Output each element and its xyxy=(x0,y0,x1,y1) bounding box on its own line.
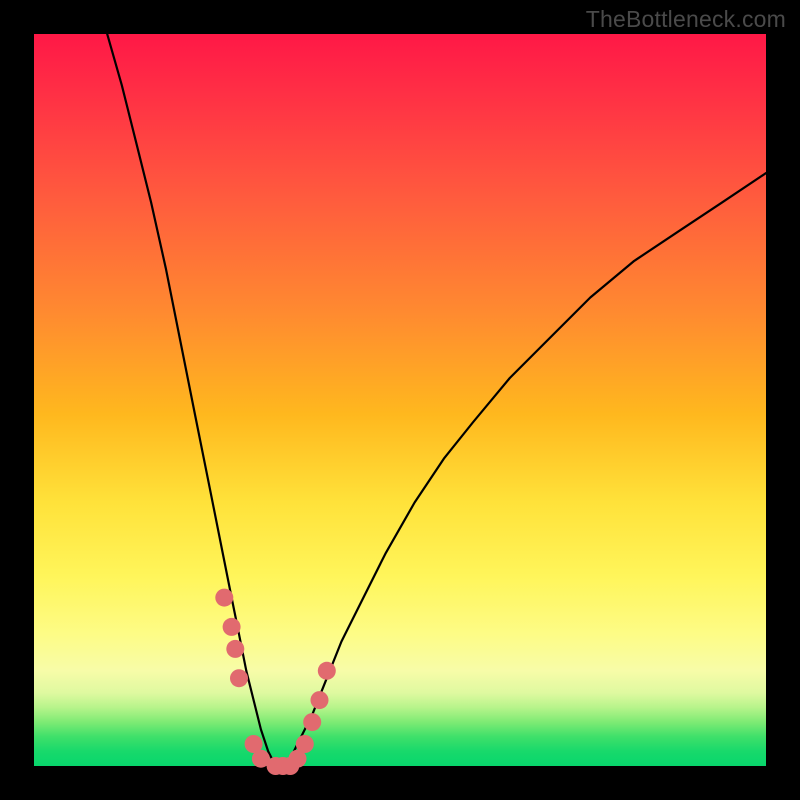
data-marker xyxy=(223,618,241,636)
chart-frame: TheBottleneck.com xyxy=(0,0,800,800)
bottleneck-line xyxy=(107,34,766,766)
data-marker xyxy=(230,669,248,687)
bottleneck-curve xyxy=(34,34,766,766)
data-marker xyxy=(318,662,336,680)
data-marker xyxy=(226,640,244,658)
data-marker xyxy=(296,735,314,753)
watermark-text: TheBottleneck.com xyxy=(586,6,786,33)
plot-area xyxy=(34,34,766,766)
data-marker xyxy=(311,691,329,709)
data-marker xyxy=(303,713,321,731)
data-marker xyxy=(215,589,233,607)
